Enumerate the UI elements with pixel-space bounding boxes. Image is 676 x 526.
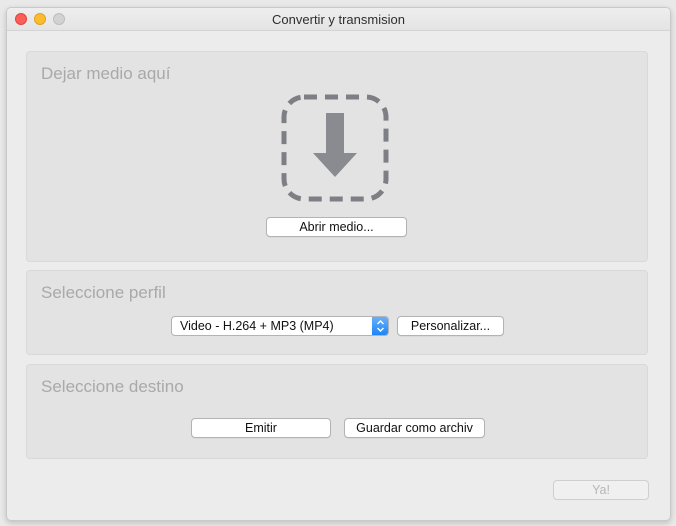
destination-title: Seleccione destino [41, 377, 184, 396]
profile-select-value: Video - H.264 + MP3 (MP4) [180, 319, 334, 333]
title-bar[interactable]: Convertir y transmision [7, 8, 670, 31]
drop-media-title: Dejar medio aquí [41, 64, 171, 83]
customize-button[interactable]: Personalizar... [397, 316, 504, 336]
convert-stream-window: Convertir y transmision Dejar medio aquí… [6, 7, 671, 521]
window-title: Convertir y transmision [272, 12, 405, 27]
stream-button[interactable]: Emitir [191, 418, 331, 438]
destination-panel: Seleccione destino Emitir Guardar como a… [26, 364, 648, 459]
profile-select[interactable]: Video - H.264 + MP3 (MP4) [171, 316, 389, 336]
drop-media-panel[interactable]: Dejar medio aquí Abrir medio... [26, 51, 648, 262]
updown-chevron-icon [372, 317, 388, 335]
go-button[interactable]: Ya! [553, 480, 649, 500]
save-as-file-button[interactable]: Guardar como archiv [344, 418, 485, 438]
profile-panel: Seleccione perfil Video - H.264 + MP3 (M… [26, 270, 648, 355]
download-arrow-icon [281, 94, 389, 202]
open-media-button[interactable]: Abrir medio... [266, 217, 407, 237]
profile-title: Seleccione perfil [41, 283, 166, 302]
